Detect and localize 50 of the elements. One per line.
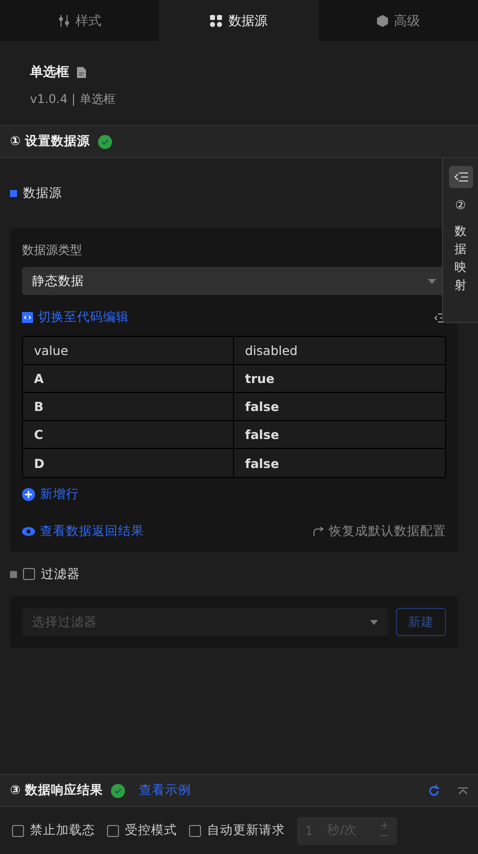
section-label: 数据源 bbox=[23, 184, 62, 202]
table-cell[interactable]: B bbox=[23, 393, 234, 421]
option-label: 禁止加载态 bbox=[30, 822, 95, 839]
section-title: ③ 数据响应结果 bbox=[10, 782, 103, 799]
table-cell[interactable]: false bbox=[234, 393, 445, 421]
option-label: 受控模式 bbox=[125, 822, 177, 839]
tab[interactable]: 样式 bbox=[0, 0, 160, 41]
tab[interactable]: 数据源 bbox=[159, 0, 319, 41]
collapse-icon bbox=[454, 172, 468, 182]
table-cell[interactable]: false bbox=[234, 421, 445, 449]
code-edit-link[interactable]: 切换至代码编辑 bbox=[22, 309, 129, 326]
table-cell[interactable]: D bbox=[23, 449, 234, 477]
component-name: 单选框 bbox=[30, 64, 69, 81]
caret-icon bbox=[428, 278, 436, 284]
table-cell[interactable]: A bbox=[23, 365, 234, 393]
checkbox[interactable] bbox=[107, 824, 119, 836]
code-icon bbox=[22, 312, 33, 323]
cube-icon bbox=[376, 14, 388, 26]
caret-icon bbox=[370, 620, 378, 624]
field-label: 数据源类型 bbox=[22, 242, 83, 259]
marker-icon bbox=[10, 190, 17, 196]
option-label: 自动更新请求 bbox=[207, 822, 285, 839]
checkbox[interactable] bbox=[189, 824, 201, 836]
redo-icon bbox=[313, 526, 324, 536]
view-result-link[interactable]: 查看数据返回结果 bbox=[22, 523, 144, 540]
marker-icon bbox=[10, 570, 17, 578]
collapse-button[interactable] bbox=[448, 166, 472, 188]
checkbox[interactable] bbox=[23, 568, 35, 580]
grid-icon bbox=[210, 14, 222, 26]
refresh-icon[interactable] bbox=[428, 784, 440, 796]
tab[interactable]: 高级 bbox=[318, 0, 478, 41]
add-row-link[interactable]: 新增行 bbox=[22, 486, 79, 503]
checkbox[interactable] bbox=[12, 824, 24, 836]
list-icon[interactable] bbox=[434, 312, 446, 322]
eye-icon bbox=[22, 527, 35, 536]
plus-circle-icon bbox=[22, 488, 35, 501]
table-cell[interactable]: C bbox=[23, 421, 234, 449]
side-tab-number: ② bbox=[454, 197, 466, 214]
document-icon bbox=[77, 66, 86, 78]
section-title: ① 设置数据源 bbox=[10, 133, 90, 150]
side-tab-label[interactable]: 数据映射 bbox=[454, 222, 466, 294]
table-cell[interactable]: false bbox=[234, 449, 445, 477]
version-text: v1.0.4 | 单选框 bbox=[30, 91, 116, 108]
table-cell[interactable]: true bbox=[234, 365, 445, 393]
restore-link[interactable]: 恢复成默认数据配置 bbox=[313, 523, 446, 540]
column-header: value bbox=[23, 337, 234, 365]
sliders-icon bbox=[58, 14, 70, 26]
column-header: disabled bbox=[234, 337, 445, 365]
filter-label: 过滤器 bbox=[41, 566, 80, 582]
collapse-icon[interactable] bbox=[458, 786, 468, 794]
